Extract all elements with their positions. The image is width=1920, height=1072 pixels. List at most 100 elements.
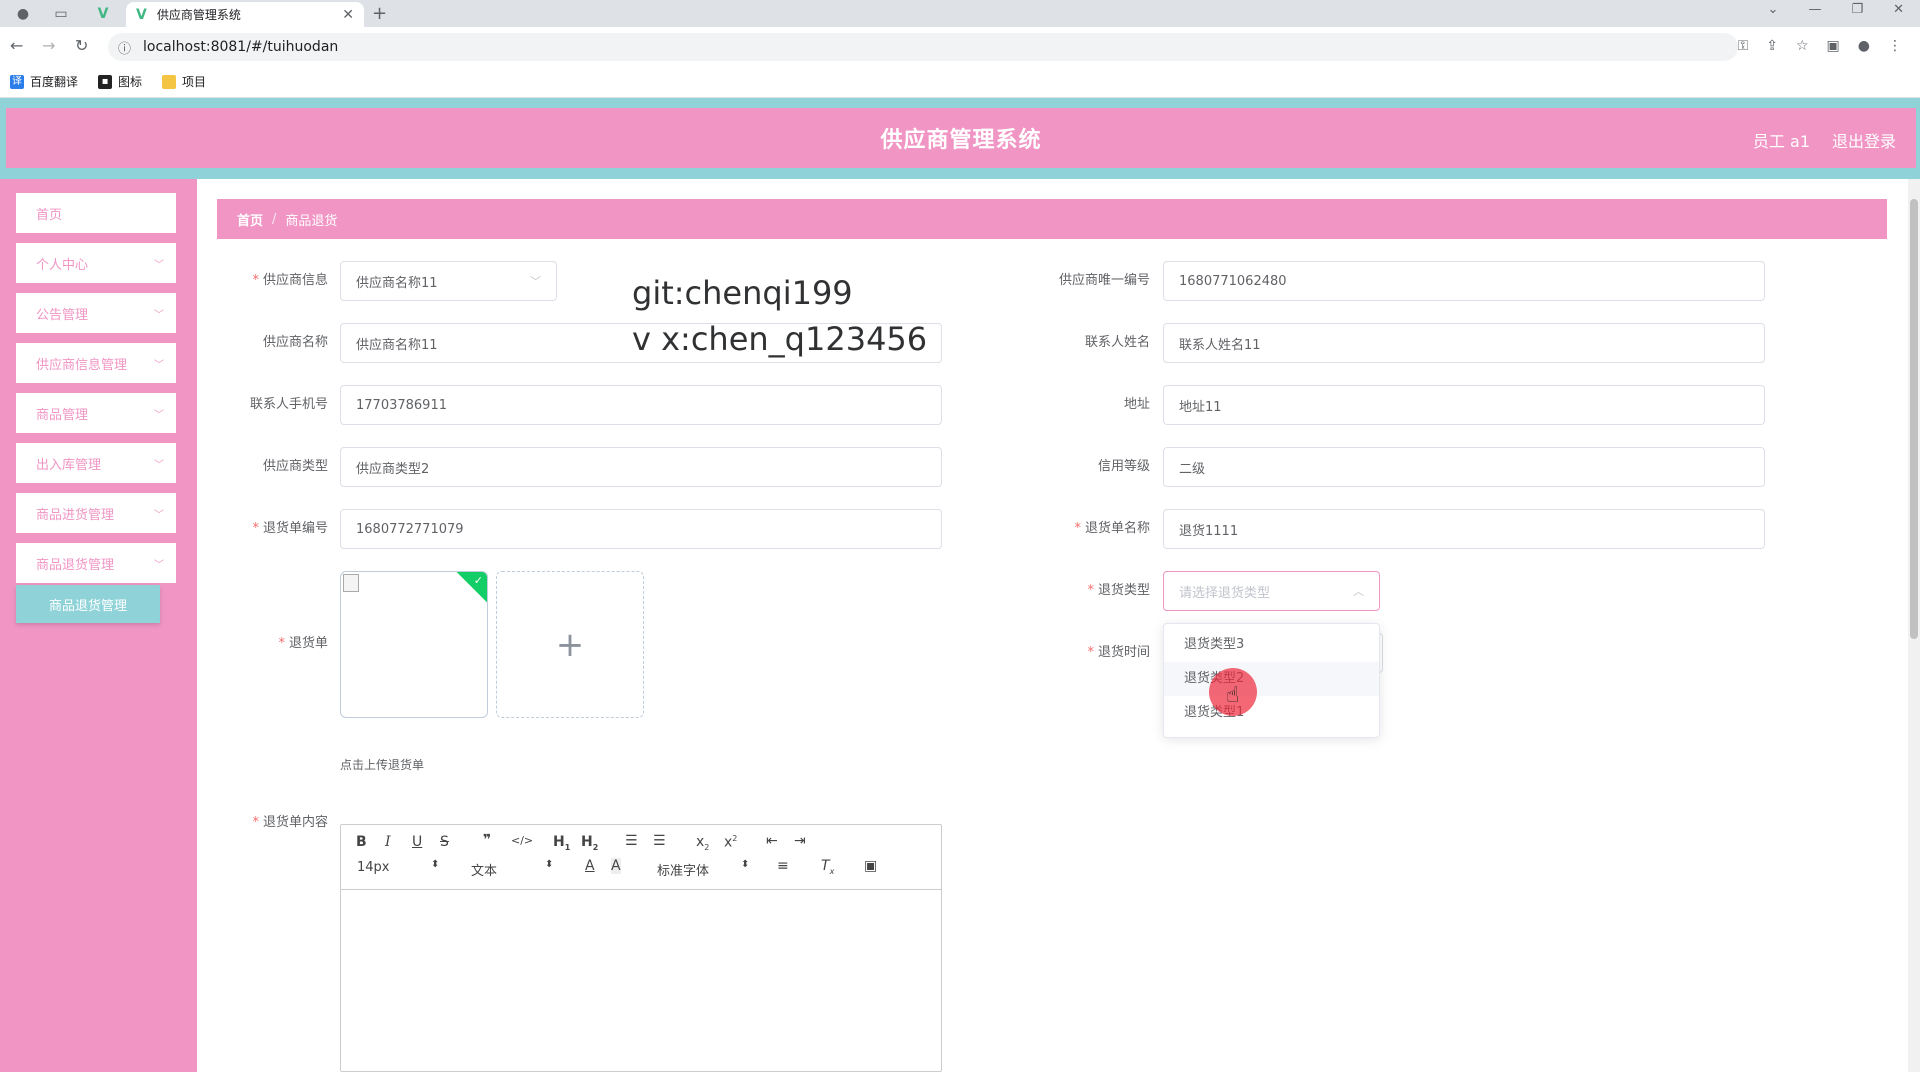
dropdown-option[interactable]: 退货类型3 (1164, 628, 1379, 662)
tab-title: 供应商管理系统 (156, 8, 241, 22)
ordered-list-icon[interactable]: ☰ (625, 833, 638, 849)
sidebar-item-home[interactable]: 首页 (16, 193, 176, 233)
sidebar-subitem-returns[interactable]: 商品退货管理 (16, 585, 160, 623)
vue-tab-icon[interactable]: V (90, 3, 116, 25)
app-header: 供应商管理系统 员工 a1 退出登录 (6, 108, 1916, 168)
font-size-select[interactable]: 14px (357, 860, 390, 875)
rich-text-editor[interactable]: B I U S ❞ </> H1 H2 ☰ ☰ x2 x2 ⇤ ⇥ 14px ⬍… (340, 824, 942, 1072)
code-icon[interactable]: </> (511, 834, 533, 847)
tab-search-icon[interactable]: ⌄ (1768, 2, 1779, 17)
bookmark-item[interactable]: ▪ 图标 (98, 73, 142, 90)
supplier-id-label: 供应商唯一编号 (1058, 273, 1150, 288)
return-type-dropdown: 退货类型3 退货类型2 退货类型1 (1163, 623, 1380, 738)
sidebar-item-personal[interactable]: 个人中心 ﹀ (16, 243, 176, 283)
watermark-line-1: git:chenqi199 (632, 274, 853, 312)
logout-link[interactable]: 退出登录 (1832, 128, 1896, 152)
bookmark-item[interactable]: 译 百度翻译 (10, 73, 78, 90)
strike-icon[interactable]: S (440, 834, 449, 850)
sidebar-item-notices[interactable]: 公告管理 ﹀ (16, 293, 176, 333)
scrollbar-thumb[interactable] (1910, 199, 1918, 639)
page-scrollbar[interactable] (1908, 179, 1920, 1072)
font-family-select[interactable]: 标准字体 (657, 860, 709, 879)
chevron-up-icon: ︿ (1353, 585, 1364, 598)
key-icon[interactable]: ⚿ (1738, 38, 1749, 54)
bookmark-item[interactable]: 项目 (162, 73, 206, 90)
sidebar-item-returns[interactable]: 商品退货管理 ﹀ (16, 543, 176, 583)
superscript-icon[interactable]: x2 (724, 834, 737, 851)
star-icon[interactable]: ☆ (1796, 38, 1809, 54)
h2-icon[interactable]: H2 (581, 834, 598, 852)
underline-icon[interactable]: U (412, 834, 422, 850)
bold-icon[interactable]: B (356, 834, 367, 850)
sidebar-item-inventory[interactable]: 出入库管理 ﹀ (16, 443, 176, 483)
align-icon[interactable]: ≡ (777, 858, 789, 874)
subscript-icon[interactable]: x2 (696, 834, 709, 852)
contact-name-field[interactable]: 联系人姓名11 (1163, 323, 1765, 363)
upload-add-button[interactable]: + (496, 571, 644, 718)
profile-icon[interactable]: ● (1858, 38, 1870, 54)
restore-icon[interactable]: ❐ (1851, 2, 1863, 17)
url-field[interactable]: ⓘ localhost:8081/#/tuihuodan (108, 33, 1738, 61)
supplier-type-label: 供应商类型 (262, 459, 328, 474)
supplier-info-select[interactable]: 供应商名称11 ﹀ (340, 261, 557, 301)
sidebar-item-products[interactable]: 商品管理 ﹀ (16, 393, 176, 433)
back-icon[interactable]: ← (10, 36, 23, 55)
supplier-info-label: * 供应商信息 (252, 273, 328, 288)
menu-icon[interactable]: ⋮ (1888, 38, 1902, 54)
chevron-down-icon: ﹀ (154, 309, 164, 321)
return-name-field[interactable]: 退货1111 (1163, 509, 1765, 549)
reload-icon[interactable]: ↻ (75, 36, 88, 55)
italic-icon[interactable]: I (385, 834, 391, 850)
return-no-field[interactable]: 1680772771079 (340, 509, 942, 549)
background-color-icon[interactable]: A (611, 858, 621, 874)
close-window-icon[interactable]: ✕ (1893, 2, 1904, 17)
sidepanel-icon[interactable]: ▣ (1827, 38, 1840, 54)
browser-actions: ⚿ ⇪ ☆ ▣ ● ⋮ (1738, 38, 1902, 54)
select-arrows-icon: ⬍ (431, 859, 440, 870)
chevron-down-icon: ﹀ (530, 275, 541, 288)
return-no-label: * 退货单编号 (252, 521, 328, 536)
dropdown-option[interactable]: 退货类型2 (1164, 662, 1379, 696)
return-content-label: * 退货单内容 (252, 815, 328, 830)
info-icon[interactable]: ⓘ (118, 38, 131, 57)
breadcrumb-home[interactable]: 首页 (237, 210, 263, 229)
return-time-label: * 退货时间 (1087, 645, 1150, 660)
minimize-icon[interactable]: — (1808, 2, 1821, 17)
share-icon[interactable]: ⇪ (1766, 38, 1778, 54)
active-tab[interactable]: V 供应商管理系统 ✕ (126, 2, 364, 27)
supplier-type-field[interactable]: 供应商类型2 (340, 447, 942, 487)
window-controls: ⌄ — ❐ ✕ (1768, 2, 1904, 17)
return-type-select[interactable]: 请选择退货类型 ︿ (1163, 571, 1380, 611)
outdent-icon[interactable]: ⇤ (766, 833, 778, 849)
breadcrumb-separator: / (272, 211, 277, 227)
chevron-down-icon: ﹀ (154, 409, 164, 421)
sidebar-item-suppliers[interactable]: 供应商信息管理 ﹀ (16, 343, 176, 383)
upload-success-badge (455, 572, 487, 604)
image-insert-icon[interactable]: ▣ (864, 858, 877, 874)
upload-tip: 点击上传退货单 (340, 758, 425, 772)
blockquote-icon[interactable]: ❞ (483, 832, 491, 848)
sidebar-item-purchases[interactable]: 商品进货管理 ﹀ (16, 493, 176, 533)
header-select[interactable]: 文本 (471, 860, 497, 879)
indent-icon[interactable]: ⇥ (794, 833, 806, 849)
credit-level-field[interactable]: 二级 (1163, 447, 1765, 487)
supplier-id-field[interactable]: 1680771062480 (1163, 261, 1765, 301)
bullet-list-icon[interactable]: ☰ (653, 833, 666, 849)
tab-icon[interactable]: ▭ (48, 3, 74, 25)
contact-phone-field[interactable]: 17703786911 (340, 385, 942, 425)
dropdown-option[interactable]: 退货类型1 (1164, 696, 1379, 730)
font-color-icon[interactable]: A (585, 858, 595, 874)
address-field[interactable]: 地址11 (1163, 385, 1765, 425)
h1-icon[interactable]: H1 (553, 834, 570, 852)
breadcrumb: 首页 / 商品退货 (217, 199, 1887, 239)
clear-format-icon[interactable]: Tx (821, 858, 834, 876)
contact-name-label: 联系人姓名 (1084, 335, 1150, 350)
new-tab-button[interactable]: + (372, 3, 387, 24)
close-tab-icon[interactable]: ✕ (342, 7, 354, 23)
supplier-name-label: 供应商名称 (262, 335, 328, 350)
uploaded-image-thumb[interactable]: ✓ (340, 571, 488, 718)
user-name: 员工 a1 (1752, 132, 1810, 151)
forward-icon[interactable]: → (42, 36, 55, 55)
plus-icon: + (555, 624, 585, 665)
globe-icon[interactable]: ● (10, 3, 36, 25)
